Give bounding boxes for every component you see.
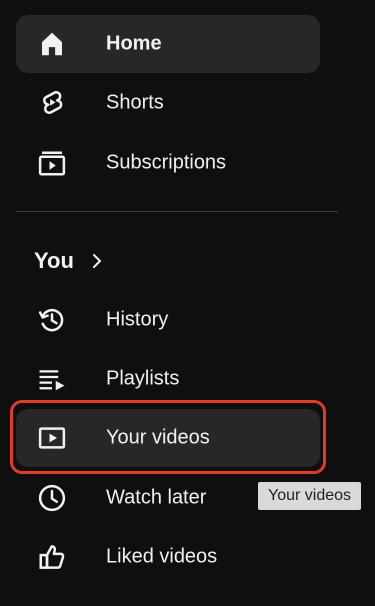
you-section-header[interactable]: You xyxy=(16,236,136,286)
your-videos-icon xyxy=(36,422,68,454)
sidebar-item-label: Watch later xyxy=(106,486,207,509)
subscriptions-icon xyxy=(36,147,68,179)
sidebar-item-home[interactable]: Home xyxy=(16,15,320,73)
sidebar-item-history[interactable]: History xyxy=(16,291,320,349)
divider xyxy=(16,211,338,212)
sidebar-item-label: Playlists xyxy=(106,367,180,390)
sidebar-item-subscriptions[interactable]: Subscriptions xyxy=(16,134,320,192)
home-icon xyxy=(36,28,68,60)
sidebar-item-label: Subscriptions xyxy=(106,151,227,174)
playlists-icon xyxy=(36,363,68,395)
tooltip: Your videos xyxy=(258,482,362,510)
shorts-icon xyxy=(36,87,68,119)
section-title: You xyxy=(34,248,74,273)
sidebar-item-playlists[interactable]: Playlists xyxy=(16,350,320,408)
sidebar-item-label: History xyxy=(106,308,169,331)
liked-videos-icon xyxy=(36,541,68,573)
history-icon xyxy=(36,304,68,336)
sidebar-item-your-videos[interactable]: Your videos xyxy=(16,409,320,467)
chevron-right-icon xyxy=(90,252,104,270)
sidebar-item-label: Shorts xyxy=(106,91,164,114)
sidebar-item-liked-videos[interactable]: Liked videos xyxy=(16,528,320,586)
sidebar-item-shorts[interactable]: Shorts xyxy=(16,74,320,132)
sidebar-item-label: Your videos xyxy=(106,426,210,449)
sidebar-item-label: Home xyxy=(106,32,162,55)
watch-later-icon xyxy=(36,482,68,514)
sidebar-item-label: Liked videos xyxy=(106,545,218,568)
